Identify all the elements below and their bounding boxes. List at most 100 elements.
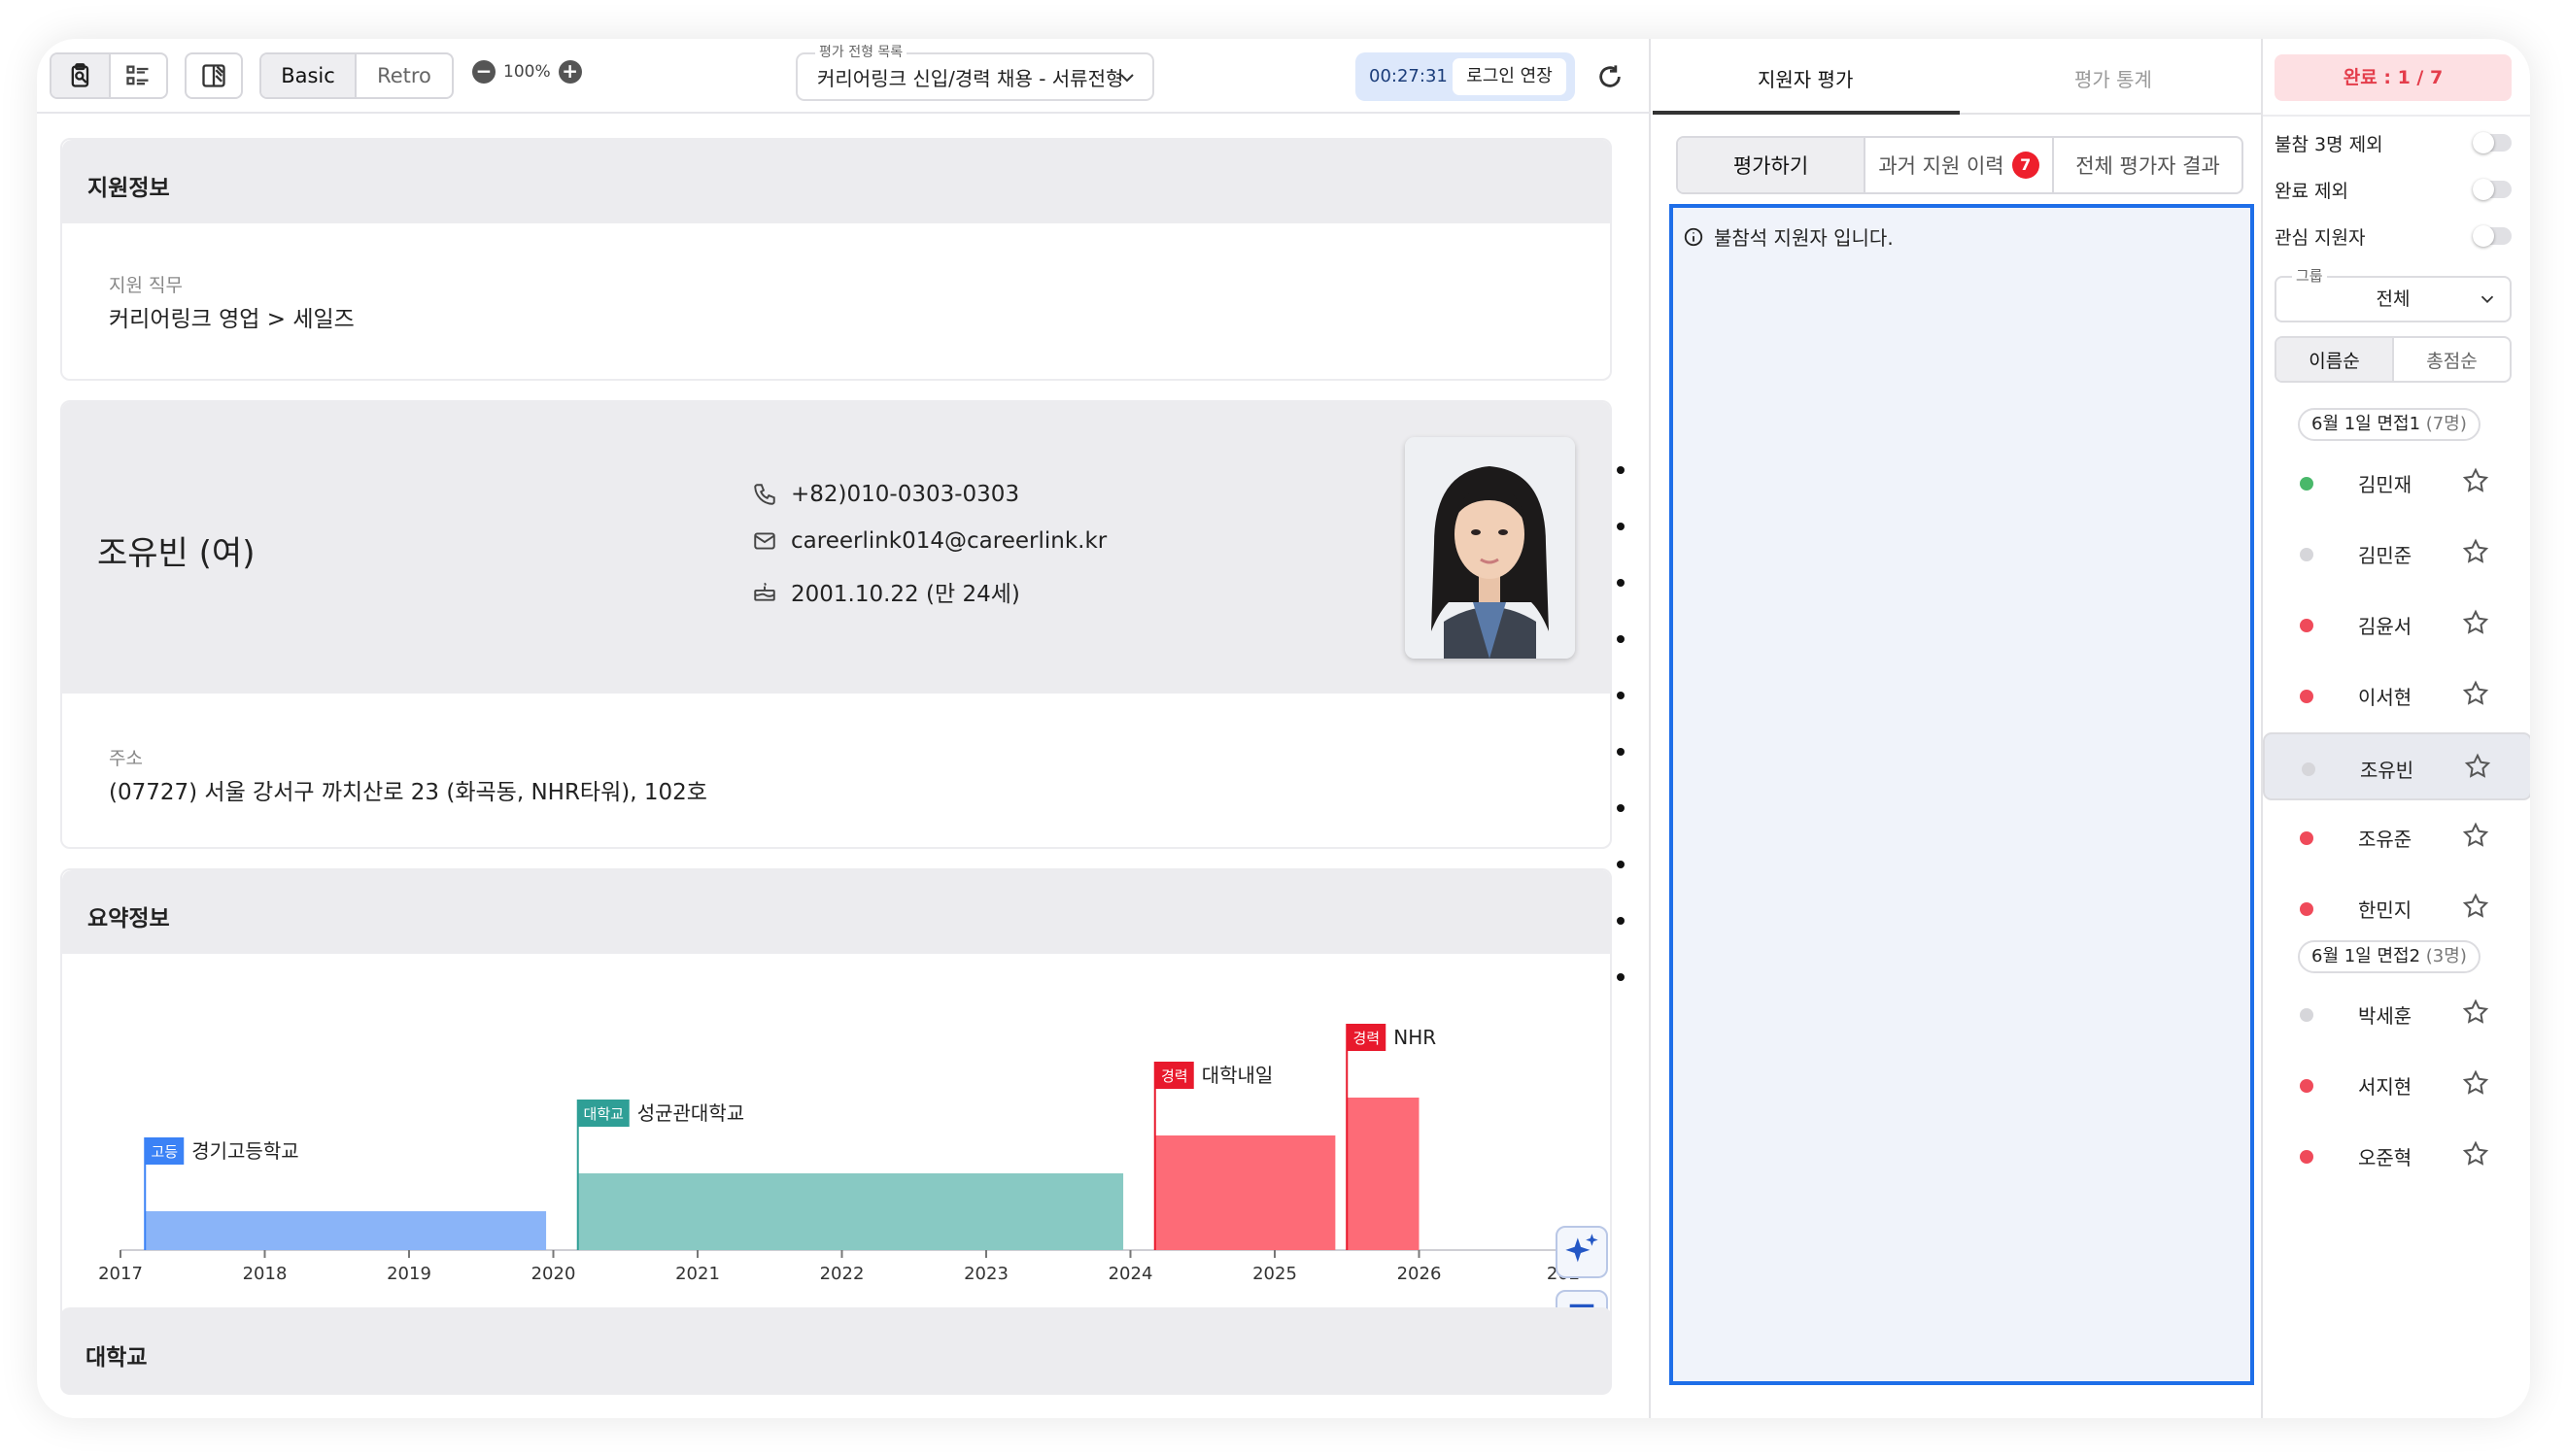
candidate-row[interactable]: 김민재 [2263,449,2530,517]
application-info-title: 지원정보 [87,176,170,201]
layout-button[interactable] [185,52,243,99]
chevron-down-icon [1120,74,1134,83]
list-view-button[interactable] [111,54,166,97]
applicant-detail-pane: Basic Retro − 100% + 커리어링크 신입/경력 채용 - 서류… [37,39,1651,1418]
candidate-name: 이서현 [2358,686,2412,709]
mail-icon [754,532,775,550]
filter-absent-toggle[interactable] [2473,132,2512,153]
application-info-header: 지원정보 [62,140,1610,223]
timeline-label: 경기고등학교 [191,1139,298,1163]
mode-basic-button[interactable]: Basic [261,54,356,97]
evaluation-view-button[interactable] [51,54,109,97]
evaluation-panel: 불참석 지원자 입니다. [1669,204,2254,1385]
status-dot [2300,831,2313,845]
candidate-row[interactable]: 이서현 [2263,661,2530,729]
candidate-row[interactable]: 김민준 [2263,520,2530,588]
star-icon[interactable] [2461,537,2490,570]
group-pill-2-count: (3명) [2425,946,2467,966]
star-icon[interactable] [2461,1068,2490,1101]
extend-login-button[interactable]: 로그인 연장 [1453,58,1566,95]
mode-toggle: Basic Retro [259,52,454,99]
star-icon[interactable] [2461,608,2490,641]
ai-assist-button[interactable] [1556,1226,1608,1278]
tab-applicant-evaluation[interactable]: 지원자 평가 [1758,64,1853,92]
candidate-row[interactable]: 조유준 [2263,803,2530,871]
zoom-control: − 100% + [472,60,582,84]
filter-done-row: 완료 제외 [2275,177,2517,206]
group-pill-1: 6월 1일 면접1 (7명) [2298,408,2480,441]
timeline-tag: 고등 [151,1143,178,1161]
x-tick-label: 2020 [531,1264,576,1284]
status-dot [2300,619,2313,632]
filter-interest-toggle[interactable] [2473,225,2512,247]
timer-value: 00:27:31 [1369,66,1448,86]
x-tick-label: 2021 [675,1264,720,1284]
evaluation-round-value: 커리어링크 신입/경력 채용 - 서류전형 [817,66,1124,90]
sort-by-score[interactable]: 총점순 [2394,338,2510,381]
mode-retro-button[interactable]: Retro [357,54,452,97]
status-dot [2300,1008,2313,1022]
candidate-row[interactable]: 서지현 [2263,1051,2530,1119]
absent-notice: 불참석 지원자 입니다. [1683,222,1894,251]
candidate-row[interactable]: 김윤서 [2263,591,2530,659]
star-icon[interactable] [2461,821,2490,854]
group-label: 그룹 [2292,265,2327,286]
candidate-row[interactable]: 조유빈 [2263,732,2530,800]
group-value: 전체 [2376,288,2411,310]
sort-by-name[interactable]: 이름순 [2276,338,2394,381]
candidate-name: 박세훈 [2358,1004,2412,1028]
x-tick-label: 2023 [964,1264,1009,1284]
email-value: careerlink014@careerlink.kr [791,528,1108,554]
history-count-badge: 7 [2011,152,2039,179]
job-value: 커리어링크 영업 > 세일즈 [109,307,355,332]
seg-history[interactable]: 과거 지원 이력 7 [1865,138,2054,192]
seg-evaluate[interactable]: 평가하기 [1678,138,1865,192]
profile-header: 조유빈 (여) +82)010-0303-0303 careerlink014@… [62,402,1610,694]
sort-toggle: 이름순 총점순 [2275,336,2512,383]
filter-done-label: 완료 제외 [2275,181,2348,202]
status-dot [2302,762,2315,776]
star-icon[interactable] [2461,679,2490,712]
zoom-out-icon[interactable]: − [472,60,496,84]
zoom-in-icon[interactable]: + [558,60,582,84]
status-dot [2300,548,2313,561]
status-dot [2300,477,2313,491]
toolbar: Basic Retro − 100% + 커리어링크 신입/경력 채용 - 서류… [37,39,1651,114]
status-dot [2300,690,2313,703]
star-icon[interactable] [2461,998,2490,1031]
x-tick-label: 2017 [98,1264,143,1284]
candidate-name: 오준혁 [2358,1146,2412,1169]
star-icon[interactable] [2461,1139,2490,1172]
phone-icon [754,484,775,505]
tab-evaluation-stats[interactable]: 평가 통계 [2074,64,2152,92]
refresh-icon[interactable] [1596,63,1624,90]
star-icon[interactable] [2461,466,2490,499]
timeline-label: 대학내일 [1202,1064,1274,1087]
star-icon[interactable] [2463,752,2492,786]
address-label: 주소 [109,748,143,769]
timeline-label: NHR [1393,1026,1436,1049]
university-title: 대학교 [86,1345,148,1371]
timeline-tag: 대학교 [584,1105,624,1123]
timeline-label: 성균관대학교 [637,1101,744,1125]
summary-header: 요약정보 [62,870,1610,954]
list-icon [126,65,149,85]
info-icon [1684,227,1703,246]
star-icon[interactable] [2461,892,2490,925]
filter-done-toggle[interactable] [2473,179,2512,200]
status-dot [2300,1079,2313,1093]
timeline-bar [145,1211,547,1250]
candidate-row[interactable]: 한민지 [2263,874,2530,942]
filter-absent-label: 불참 3명 제외 [2275,134,2383,155]
timeline-tag: 경력 [1352,1030,1380,1047]
summary-title: 요약정보 [87,906,170,931]
seg-history-label: 과거 지원 이력 [1878,154,2004,178]
candidate-row[interactable]: 오준혁 [2263,1122,2530,1190]
summary-card: 요약정보 2017 2018 2019 2020 2021 2022 2023 2024 202… [60,868,1612,1331]
seg-all-results[interactable]: 전체 평가자 결과 [2054,138,2241,192]
filter-interest-row: 관심 지원자 [2275,223,2517,253]
phone-row: +82)010-0303-0303 [752,482,1019,507]
timeline-bar [1347,1098,1420,1250]
filter-absent-row: 불참 3명 제외 [2275,130,2517,159]
candidate-row[interactable]: 박세훈 [2263,980,2530,1048]
